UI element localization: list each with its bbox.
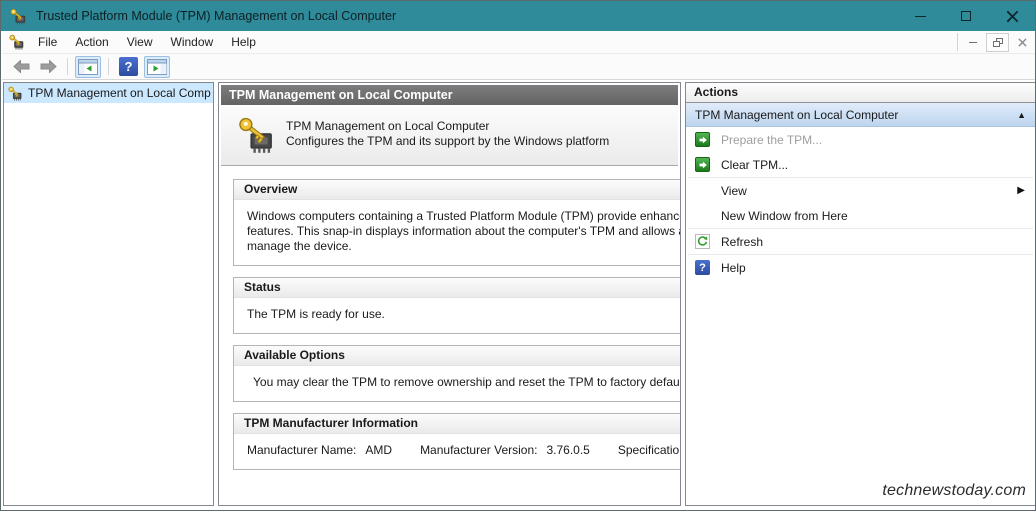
help-icon: ? [695, 260, 710, 275]
mdi-minimize-icon [969, 42, 977, 43]
title-bar: Trusted Platform Module (TPM) Management… [1, 1, 1035, 31]
watermark: technewstoday.com [882, 482, 1026, 500]
manufacturer-fields-row: Manufacturer Name: AMD Manufacturer Vers… [247, 443, 681, 458]
mdi-close-icon [1018, 38, 1027, 47]
specification-version-field: Specification Version [618, 443, 681, 458]
actions-pane: Actions TPM Management on Local Computer… [685, 82, 1036, 506]
action-refresh[interactable]: Refresh [686, 229, 1035, 254]
action-label: New Window from Here [721, 209, 848, 223]
action-label: Help [721, 261, 746, 275]
forward-button[interactable] [36, 56, 60, 78]
help-icon: ? [125, 59, 133, 74]
toolbar: ? [2, 54, 1036, 80]
tree-item-label: TPM Management on Local Comp [28, 86, 211, 100]
banner-subtitle: Configures the TPM and its support by th… [286, 134, 609, 149]
back-button[interactable] [9, 56, 33, 78]
action-new-window-from-here[interactable]: New Window from Here [686, 203, 1035, 228]
manufacturer-version-label: Manufacturer Version: [420, 443, 537, 458]
tree-item-tpm-management[interactable]: TPM Management on Local Comp [4, 83, 213, 103]
back-icon [13, 60, 30, 73]
menu-file[interactable]: File [29, 31, 66, 54]
snapin-banner: TPM Management on Local Computer Configu… [221, 105, 678, 166]
section-overview-title: Overview [234, 180, 681, 200]
section-status-title: Status [234, 278, 681, 298]
action-label: Refresh [721, 235, 763, 249]
mdi-minimize-button[interactable] [961, 33, 984, 52]
section-manufacturer-info-body: Manufacturer Name: AMD Manufacturer Vers… [234, 434, 681, 469]
section-available-options-title: Available Options [234, 346, 681, 366]
actions-group-label: TPM Management on Local Computer [695, 108, 898, 122]
status-text: The TPM is ready for use. [247, 307, 681, 322]
maximize-button[interactable] [943, 1, 989, 31]
mdi-restore-icon [993, 38, 1003, 47]
manufacturer-name-field: Manufacturer Name: AMD [247, 443, 392, 458]
section-status: Status The TPM is ready for use. [233, 277, 681, 334]
manufacturer-version-field: Manufacturer Version: 3.76.0.5 [420, 443, 590, 458]
text-line: features. This snap-in displays informat… [247, 224, 681, 239]
green-arrow-icon [695, 132, 710, 147]
window-title: Trusted Platform Module (TPM) Management… [36, 9, 897, 23]
action-label: Clear TPM... [721, 158, 788, 172]
section-available-options-body: You may clear the TPM to remove ownershi… [234, 366, 681, 401]
show-action-pane-icon [147, 59, 167, 75]
action-help[interactable]: ? Help [686, 255, 1035, 280]
section-status-body: The TPM is ready for use. [234, 298, 681, 333]
banner-title: TPM Management on Local Computer [286, 119, 609, 134]
close-icon [1006, 10, 1019, 23]
app-window: Trusted Platform Module (TPM) Management… [0, 0, 1036, 511]
show-console-tree-button[interactable] [75, 56, 101, 78]
text-line: Windows computers containing a Trusted P… [247, 209, 681, 224]
actions-pane-title: Actions [686, 83, 1035, 103]
tpm-key-app-icon [10, 8, 27, 25]
mdi-close-button[interactable] [1011, 33, 1034, 52]
result-pane-content: Overview Windows computers containing a … [221, 166, 678, 470]
close-button[interactable] [989, 1, 1035, 31]
section-overview: Overview Windows computers containing a … [233, 179, 681, 266]
section-manufacturer-info-title: TPM Manufacturer Information [234, 414, 681, 434]
menu-bar: File Action View Window Help [2, 31, 1036, 54]
result-pane: TPM Management on Local Computer TPM Man… [218, 82, 681, 506]
action-label: View [721, 184, 747, 198]
toolbar-separator-2 [108, 58, 109, 75]
forward-icon [40, 60, 57, 73]
specification-version-label: Specification Version [618, 443, 681, 458]
menu-help[interactable]: Help [222, 31, 265, 54]
mdi-restore-button[interactable] [986, 33, 1009, 52]
minimize-icon [915, 16, 926, 17]
minimize-button[interactable] [897, 1, 943, 31]
tpm-key-icon [8, 86, 23, 101]
section-available-options: Available Options You may clear the TPM … [233, 345, 681, 402]
show-action-pane-button[interactable] [144, 56, 170, 78]
collapse-icon[interactable]: ▲ [1017, 110, 1026, 120]
action-prepare-tpm: Prepare the TPM... [686, 127, 1035, 152]
section-manufacturer-info: TPM Manufacturer Information Manufacture… [233, 413, 681, 470]
green-arrow-icon [695, 157, 710, 172]
result-pane-header: TPM Management on Local Computer [221, 85, 678, 105]
section-overview-body: Windows computers containing a Trusted P… [234, 200, 681, 265]
console-tree-panel: TPM Management on Local Comp [3, 82, 214, 506]
action-clear-tpm[interactable]: Clear TPM... [686, 152, 1035, 177]
manufacturer-name-label: Manufacturer Name: [247, 443, 356, 458]
actions-group-header[interactable]: TPM Management on Local Computer ▲ [686, 103, 1035, 127]
maximize-icon [961, 11, 971, 21]
refresh-icon [695, 234, 710, 249]
tpm-key-menu-icon [9, 34, 25, 50]
text-line: manage the device. [247, 239, 681, 254]
submenu-arrow-icon: ▶ [1017, 185, 1025, 196]
mdi-separator [957, 33, 958, 51]
manufacturer-version-value: 3.76.0.5 [546, 443, 589, 458]
menu-window[interactable]: Window [162, 31, 223, 54]
tpm-key-chip-icon [238, 116, 276, 154]
toolbar-separator [67, 58, 68, 75]
show-console-tree-icon [78, 59, 98, 75]
action-view[interactable]: View ▶ [686, 178, 1035, 203]
toolbar-help-button[interactable]: ? [119, 57, 138, 76]
workspace: TPM Management on Local Comp TPM Managem… [2, 80, 1034, 509]
banner-text: TPM Management on Local Computer Configu… [286, 119, 609, 149]
manufacturer-name-value: AMD [365, 443, 392, 458]
menu-view[interactable]: View [118, 31, 162, 54]
menu-action[interactable]: Action [66, 31, 117, 54]
options-text: You may clear the TPM to remove ownershi… [247, 375, 681, 390]
action-label: Prepare the TPM... [721, 133, 822, 147]
